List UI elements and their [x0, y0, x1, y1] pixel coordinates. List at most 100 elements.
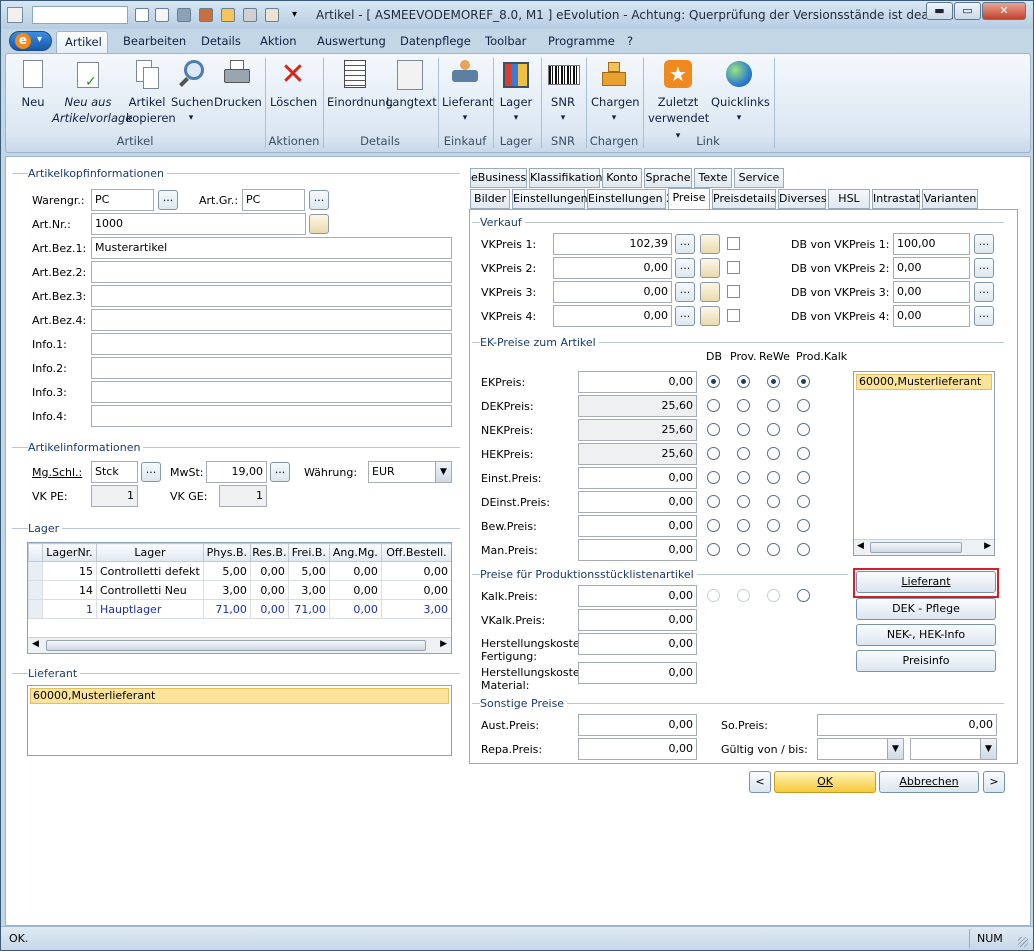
sopreis-input[interactable]: 0,00 [817, 714, 997, 736]
einordnung-button[interactable]: Einordnung [327, 60, 393, 110]
report-icon[interactable] [265, 8, 279, 22]
tools-icon[interactable] [177, 8, 191, 22]
column-header[interactable]: Off.Bestell. [380, 543, 451, 562]
tab-details[interactable]: Details [193, 31, 249, 53]
vkpreis2-input[interactable]: 0,00 [553, 257, 672, 279]
vkpreis3-edit-pencil-icon[interactable] [700, 282, 720, 302]
ek-row-value-input[interactable]: 25,60 [578, 443, 697, 465]
info3-input[interactable] [91, 381, 452, 403]
column-header[interactable]: Lager [96, 543, 204, 562]
vkpreis3-checkbox[interactable] [727, 285, 740, 298]
ek-prov-radio[interactable] [737, 423, 750, 436]
ek-prodkalk-radio[interactable] [797, 495, 810, 508]
mwst-input[interactable]: 19,00 [206, 461, 267, 483]
tab-preise[interactable]: Preise [668, 188, 710, 210]
info4-input[interactable] [91, 405, 452, 427]
hk-fertigung-input[interactable]: 0,00 [578, 633, 697, 655]
list-item[interactable]: 60000,Musterlieferant [30, 688, 449, 704]
ek-prodkalk-radio[interactable] [797, 519, 810, 532]
suchen-button[interactable]: Suchen ▾ [171, 60, 214, 126]
ek-prov-radio[interactable] [737, 447, 750, 460]
dek-pflege-button[interactable]: DEK - Pflege [856, 598, 996, 620]
column-header[interactable]: Res.B. [249, 543, 289, 562]
ek-db-radio[interactable] [707, 495, 720, 508]
ek-prov-radio[interactable] [737, 471, 750, 484]
vkpreis1-input[interactable]: 102,39 [553, 233, 672, 255]
ek-rewe-radio[interactable] [767, 447, 780, 460]
db-vkpreis4-lookup-button[interactable]: ... [974, 306, 994, 326]
calendar-dropdown-icon[interactable]: ▼ [980, 739, 996, 759]
drucken-button[interactable]: Drucken [214, 60, 262, 110]
ek-prodkalk-radio[interactable] [797, 375, 810, 388]
artbez4-input[interactable] [91, 309, 452, 331]
mgschl-lookup-button[interactable]: ... [141, 462, 161, 482]
tab-texte[interactable]: Texte [694, 168, 732, 188]
repapreis-input[interactable]: 0,00 [578, 738, 697, 760]
ek-db-radio[interactable] [707, 471, 720, 484]
vkpreis1-lookup-button[interactable]: ... [675, 234, 695, 254]
tab-bilder[interactable]: Bilder [470, 189, 510, 209]
neu-aus-artikelvorlage-button[interactable]: ✓ Neu aus Artikelvorlage [52, 60, 132, 126]
mwst-lookup-button[interactable]: ... [270, 462, 290, 482]
artgr-lookup-button[interactable]: ... [309, 190, 329, 210]
nek-hek-info-button[interactable]: NEK-, HEK-Info [856, 624, 996, 646]
tab-help[interactable]: ? [619, 31, 641, 53]
ek-row-value-input[interactable]: 0,00 [578, 515, 697, 537]
new-document-icon[interactable] [135, 8, 149, 22]
scroll-left-icon[interactable]: ◀ [857, 541, 864, 551]
db-vkpreis1-input[interactable]: 100,00 [893, 233, 970, 255]
db-vkpreis4-input[interactable]: 0,00 [893, 305, 970, 327]
austpreis-input[interactable]: 0,00 [578, 714, 697, 736]
snr-ribbon-button[interactable]: SNR ▾ [546, 60, 580, 126]
tab-preisdetails[interactable]: Preisdetails [712, 189, 776, 209]
scroll-right-icon[interactable]: ▶ [440, 639, 447, 649]
app-menu-button[interactable]: e ▾ [9, 31, 52, 51]
vkpreis4-edit-pencil-icon[interactable] [700, 306, 720, 326]
vkpreis1-checkbox[interactable] [727, 237, 740, 250]
tab-konto[interactable]: Konto [602, 168, 642, 188]
previous-record-button[interactable]: < [749, 771, 771, 793]
next-record-button[interactable]: > [983, 771, 1005, 793]
delete-icon[interactable] [243, 8, 257, 22]
tab-aktion[interactable]: Aktion [252, 31, 305, 53]
column-header[interactable]: Ang.Mg. [328, 543, 382, 562]
ek-db-radio[interactable] [707, 519, 720, 532]
row-selector[interactable] [28, 580, 43, 600]
vkge-input[interactable]: 1 [219, 485, 267, 507]
vkpreis4-lookup-button[interactable]: ... [675, 306, 695, 326]
ek-rewe-radio[interactable] [767, 375, 780, 388]
table-row[interactable]: 14 Controlletti Neu 3,00 0,00 3,00 0,00 … [28, 580, 451, 600]
warengr-lookup-button[interactable]: ... [158, 190, 178, 210]
db-vkpreis2-input[interactable]: 0,00 [893, 257, 970, 279]
preisinfo-button[interactable]: Preisinfo [856, 650, 996, 672]
artbez3-input[interactable] [91, 285, 452, 307]
ek-prov-radio[interactable] [737, 543, 750, 556]
ek-db-radio[interactable] [707, 375, 720, 388]
tab-sprache[interactable]: Sprache [644, 168, 692, 188]
close-button[interactable]: ✕ [982, 2, 1026, 20]
chargen-ribbon-button[interactable]: Chargen ▾ [591, 60, 640, 126]
quicklinks-button[interactable]: Quicklinks ▾ [711, 60, 770, 126]
db-vkpreis2-lookup-button[interactable]: ... [974, 258, 994, 278]
ek-prodkalk-radio[interactable] [797, 423, 810, 436]
ek-rewe-radio[interactable] [767, 471, 780, 484]
ek-rewe-radio[interactable] [767, 519, 780, 532]
gueltig-bis-date[interactable]: ▼ [910, 738, 997, 760]
lager-horizontal-scrollbar[interactable]: ◀ ▶ [28, 637, 451, 653]
ek-prov-radio[interactable] [737, 519, 750, 532]
column-header[interactable]: Frei.B. [287, 543, 330, 562]
vkpreis3-input[interactable]: 0,00 [553, 281, 672, 303]
qat-dropdown-icon[interactable]: ▾ [292, 9, 297, 20]
ek-row-value-input[interactable]: 0,00 [578, 467, 697, 489]
tab-programme[interactable]: Programme [540, 31, 623, 53]
vkpe-input[interactable]: 1 [91, 485, 138, 507]
ek-list-horizontal-scrollbar[interactable]: ◀ ▶ [854, 539, 994, 555]
lager-ribbon-button[interactable]: Lager ▾ [498, 60, 534, 126]
ek-rewe-radio[interactable] [767, 399, 780, 412]
vkpreis3-lookup-button[interactable]: ... [675, 282, 695, 302]
tab-toolbar[interactable]: Toolbar [477, 31, 534, 53]
folder-icon[interactable] [221, 8, 235, 22]
ek-rewe-radio[interactable] [767, 423, 780, 436]
ek-row-value-input[interactable]: 0,00 [578, 491, 697, 513]
vkpreis2-edit-pencil-icon[interactable] [700, 258, 720, 278]
